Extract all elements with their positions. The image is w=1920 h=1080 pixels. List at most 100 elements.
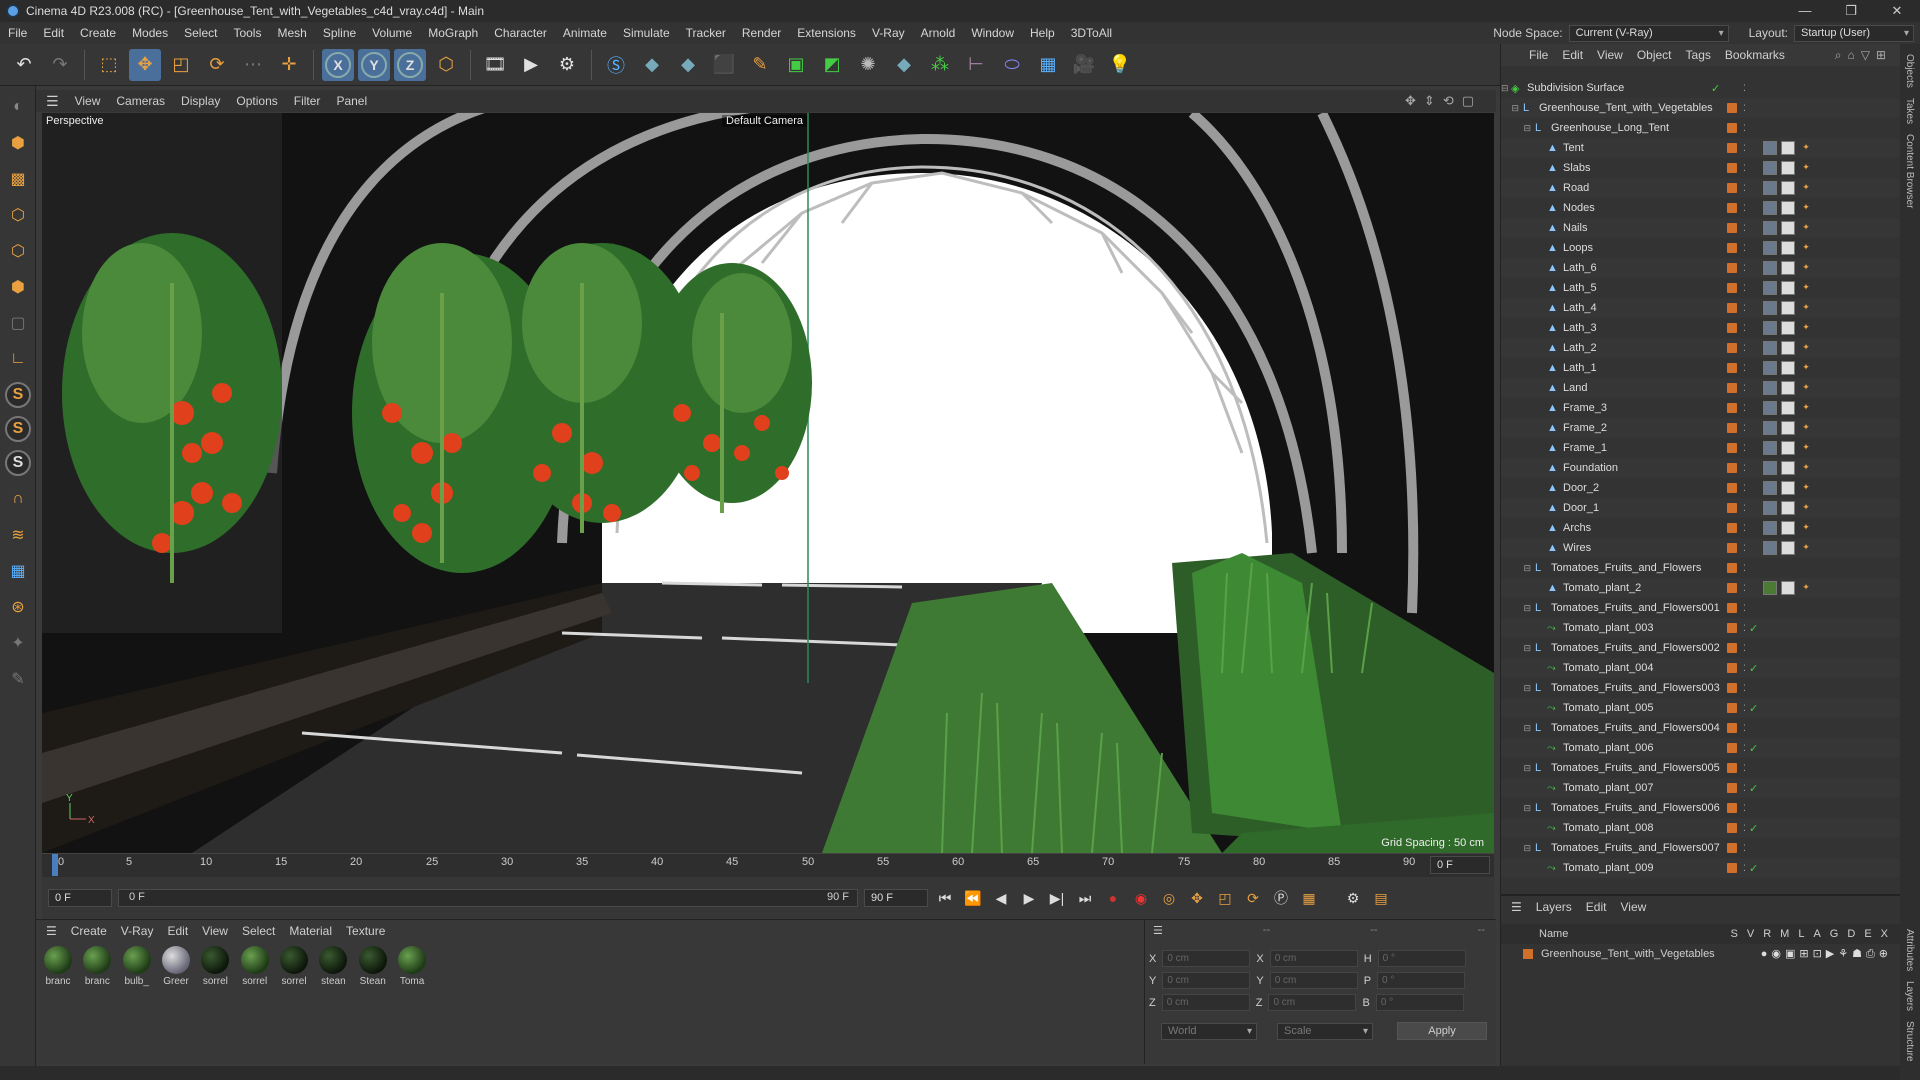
checker-tag-icon[interactable] [1781, 161, 1795, 175]
menu-character[interactable]: Character [486, 26, 555, 40]
previous-key-icon[interactable]: ⏪ [962, 887, 984, 909]
workplane-grid-icon[interactable]: ▦ [3, 556, 33, 586]
object-name[interactable]: Tomato_plant_004 [1563, 662, 1654, 674]
layer-menu-edit[interactable]: Edit [1586, 900, 1607, 914]
coordinate-system-icon[interactable]: ⬡ [430, 49, 462, 81]
checker-tag-icon[interactable] [1781, 201, 1795, 215]
menu-modes[interactable]: Modes [124, 26, 176, 40]
layer-color-swatch[interactable] [1727, 263, 1737, 273]
texture-tag-icon[interactable] [1763, 141, 1777, 155]
layer-color-swatch[interactable] [1727, 423, 1737, 433]
position-x-field[interactable]: 0 cm [1162, 950, 1251, 967]
viewport-menu-cameras[interactable]: Cameras [116, 94, 165, 108]
object-name[interactable]: Tomato_plant_009 [1563, 862, 1654, 874]
visibility-dots-icon[interactable]: ⁚ [1743, 323, 1746, 334]
checker-tag-icon[interactable] [1781, 461, 1795, 475]
frame-range-slider[interactable]: 0 F 90 F [118, 889, 858, 907]
layer-color-swatch[interactable] [1727, 123, 1737, 133]
size-y-field[interactable]: 0 cm [1269, 972, 1358, 989]
layer-color-swatch[interactable] [1727, 383, 1737, 393]
phong-tag-icon[interactable]: ✦ [1799, 361, 1813, 375]
object-row[interactable]: ⤳ Tomato_plant_008 ⁚ ✓ [1501, 818, 1901, 838]
menu-select[interactable]: Select [176, 26, 225, 40]
object-name[interactable]: Archs [1563, 522, 1591, 534]
autokey-icon[interactable]: ◉ [1130, 887, 1152, 909]
object-name[interactable]: Tomatoes_Fruits_and_Flowers004 [1551, 722, 1720, 734]
material-swatch[interactable]: Stean [357, 946, 389, 987]
object-row[interactable]: ⊟ L Tomatoes_Fruits_and_Flowers004 ⁚ [1501, 718, 1901, 738]
texture-tag-icon[interactable] [1763, 481, 1777, 495]
menu-edit[interactable]: Edit [35, 26, 72, 40]
object-name[interactable]: Tomato_plant_2 [1563, 582, 1641, 594]
python-icon[interactable]: ◆ [888, 49, 920, 81]
visibility-dots-icon[interactable]: ⁚ [1743, 423, 1746, 434]
layer-color-swatch[interactable] [1727, 343, 1737, 353]
tweak-icon[interactable]: ✦ [3, 628, 33, 658]
tab-objects[interactable]: Objects [1904, 54, 1915, 88]
texture-tag-icon[interactable] [1763, 421, 1777, 435]
object-name[interactable]: Tent [1563, 142, 1584, 154]
texture-tag-icon[interactable] [1763, 181, 1777, 195]
visibility-dots-icon[interactable]: ⁚ [1743, 783, 1746, 794]
visibility-dots-icon[interactable]: ⁚ [1743, 623, 1746, 634]
visibility-dots-icon[interactable]: ⁚ [1743, 243, 1746, 254]
layer-color-swatch[interactable] [1727, 443, 1737, 453]
texture-tag-icon[interactable] [1763, 381, 1777, 395]
visibility-dots-icon[interactable]: ⁚ [1743, 643, 1746, 654]
layer-color-swatch[interactable] [1727, 603, 1737, 613]
object-name[interactable]: Subdivision Surface [1527, 82, 1624, 94]
material-swatch[interactable]: stean [317, 946, 349, 987]
axis-mode-icon[interactable]: ∟ [3, 344, 33, 374]
layer-color-swatch[interactable] [1727, 303, 1737, 313]
texture-tag-icon[interactable] [1763, 441, 1777, 455]
object-row[interactable]: ▲ Loops ⁚ ✦ [1501, 238, 1901, 258]
object-name[interactable]: Tomato_plant_003 [1563, 622, 1654, 634]
menu-create[interactable]: Create [72, 26, 124, 40]
timeline-options-icon[interactable]: ⚙ [1342, 887, 1364, 909]
start-frame-field[interactable]: 0 F [48, 889, 112, 907]
scale-mode-select[interactable]: Scale [1277, 1022, 1373, 1040]
layer-color-swatch[interactable] [1727, 283, 1737, 293]
object-row[interactable]: ▲ Slabs ⁚ ✦ [1501, 158, 1901, 178]
checker-tag-icon[interactable] [1781, 381, 1795, 395]
timeline-ruler[interactable]: 0 5 10 15 20 25 30 35 40 45 50 55 60 65 … [42, 853, 1494, 877]
phong-tag-icon[interactable]: ✦ [1799, 581, 1813, 595]
mograph-icon[interactable]: ⁂ [924, 49, 956, 81]
material-menu-view[interactable]: View [202, 924, 228, 938]
object-name[interactable]: Tomatoes_Fruits_and_Flowers005 [1551, 762, 1720, 774]
phong-tag-icon[interactable]: ✦ [1799, 281, 1813, 295]
next-frame-icon[interactable]: ▶| [1046, 887, 1068, 909]
visibility-dots-icon[interactable]: ⁚ [1743, 583, 1746, 594]
menu-extensions[interactable]: Extensions [789, 26, 864, 40]
object-menu-file[interactable]: File [1529, 48, 1548, 62]
object-name[interactable]: Lath_3 [1563, 322, 1597, 334]
texture-tag-icon[interactable] [1763, 401, 1777, 415]
texture-tag-icon[interactable] [1763, 301, 1777, 315]
visibility-dots-icon[interactable]: ⁚ [1743, 563, 1746, 574]
menu-mograph[interactable]: MoGraph [420, 26, 486, 40]
object-row[interactable]: ⊟ ◈ Subdivision Surface ⁚ ✓ [1501, 78, 1901, 98]
visibility-dots-icon[interactable]: ⁚ [1743, 703, 1746, 714]
layer-color-swatch[interactable] [1727, 723, 1737, 733]
paint-icon[interactable]: ✎ [3, 664, 33, 694]
phong-tag-icon[interactable]: ✦ [1799, 181, 1813, 195]
texture-tag-icon[interactable] [1763, 281, 1777, 295]
object-row[interactable]: ▲ Nodes ⁚ ✦ [1501, 198, 1901, 218]
light-icon[interactable]: 💡 [1104, 49, 1136, 81]
object-row[interactable]: ▲ Lath_1 ⁚ ✦ [1501, 358, 1901, 378]
visibility-dots-icon[interactable]: ⁚ [1743, 303, 1746, 314]
viewport-menu-view[interactable]: View [75, 94, 101, 108]
object-name[interactable]: Wires [1563, 542, 1591, 554]
layer-color-swatch[interactable] [1727, 663, 1737, 673]
layer-color-swatch[interactable] [1727, 563, 1737, 573]
layer-name[interactable]: Greenhouse_Tent_with_Vegetables [1541, 948, 1715, 960]
layer-color-swatch[interactable] [1727, 643, 1737, 653]
key-pla-icon[interactable]: ▦ [1298, 887, 1320, 909]
visibility-dots-icon[interactable]: ⁚ [1743, 143, 1746, 154]
object-row[interactable]: ▲ Foundation ⁚ ✦ [1501, 458, 1901, 478]
redo-icon[interactable]: ↷ [44, 49, 76, 81]
visibility-dots-icon[interactable]: ⁚ [1743, 103, 1746, 114]
object-name[interactable]: Tomato_plant_006 [1563, 742, 1654, 754]
position-z-field[interactable]: 0 cm [1161, 994, 1250, 1011]
expand-toggle-icon[interactable]: ⊟ [1501, 603, 1535, 614]
